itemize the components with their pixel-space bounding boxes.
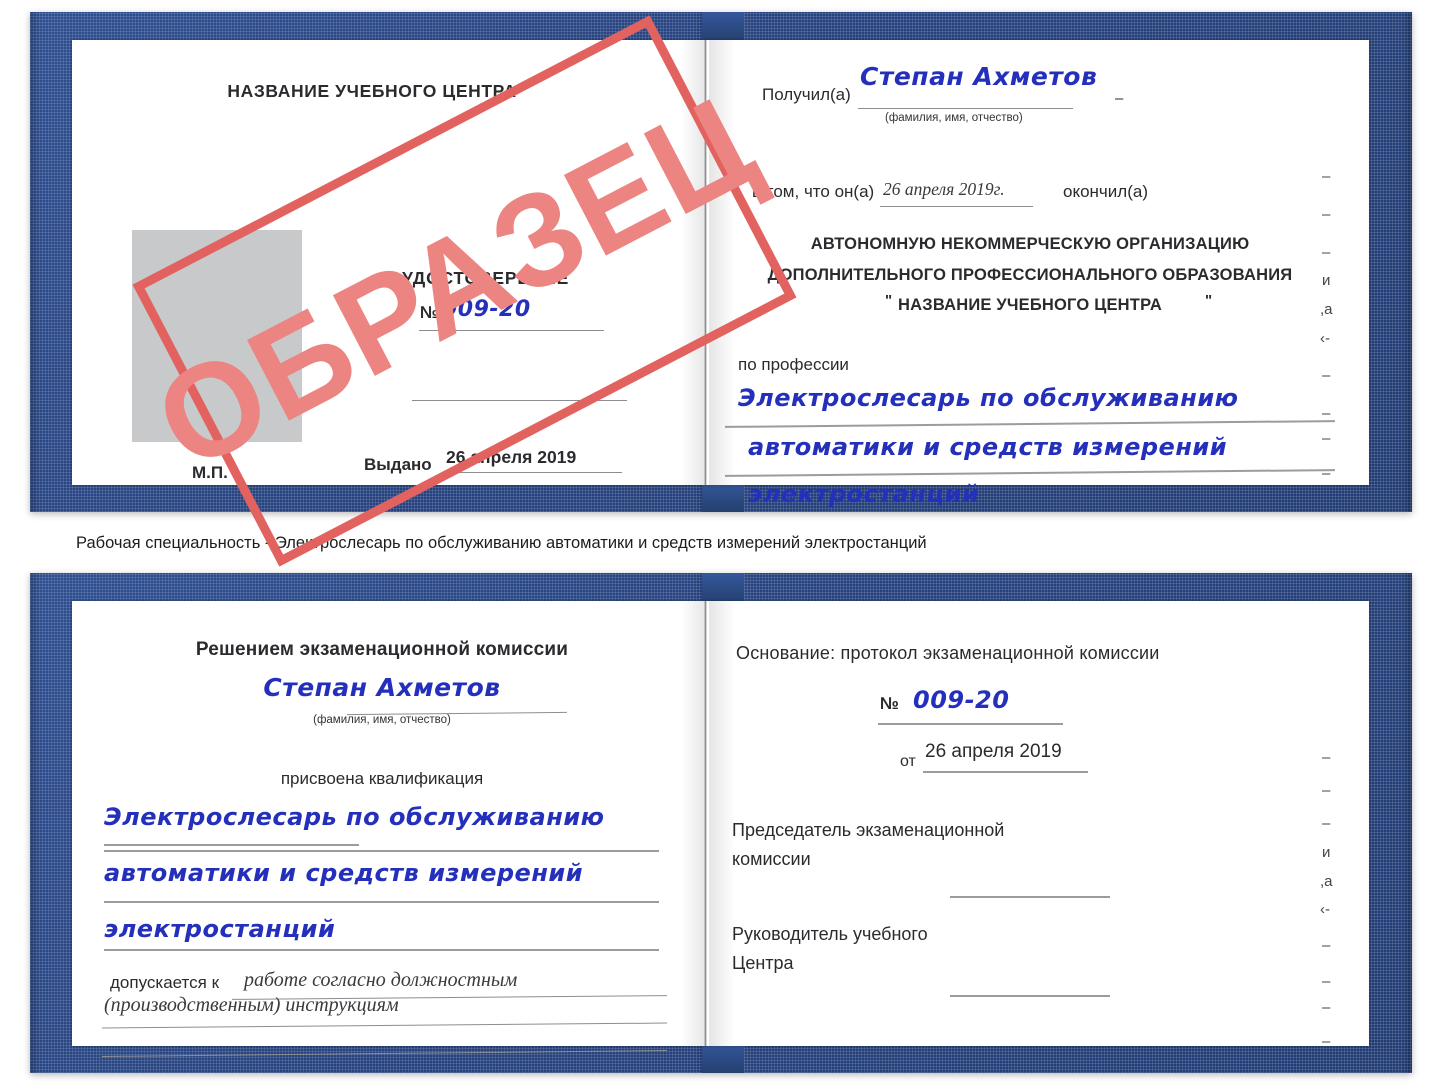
finished-label: окончил(а): [1063, 182, 1148, 201]
document-type-label: УДОСТОВЕРЕНИЕ: [402, 268, 570, 288]
certificate-2: Решением экзаменационной комиссии Степан…: [30, 573, 1412, 1073]
protocol-number-rule: [878, 723, 1063, 725]
cert2-left-page: Решением экзаменационной комиссии Степан…: [72, 601, 704, 1057]
chairman-signature-rule: [950, 896, 1110, 898]
edge-fragment: и: [1322, 272, 1331, 289]
cover-1-spine-tab-bottom: [702, 482, 744, 512]
qualification-line-3: электростанций: [104, 915, 336, 943]
cert1-left-page: НАЗВАНИЕ УЧЕБНОГО ЦЕНТРА УДОСТОВЕРЕНИЕ №…: [72, 40, 704, 485]
protocol-number-value: 009-20: [913, 686, 1010, 714]
certificate-number-value: 009-20: [442, 297, 531, 322]
awardee-name-value: Степан Ахметов: [263, 673, 501, 702]
edge-fragment: –: [1322, 1033, 1331, 1050]
training-center-title: НАЗВАНИЕ УЧЕБНОГО ЦЕНТРА: [227, 81, 517, 101]
page-1-fold: [704, 40, 707, 485]
photo-placeholder: [132, 230, 302, 442]
cert1-blank-rule: [412, 400, 627, 401]
certificate-number-rule: [419, 330, 604, 331]
in-that-label: в том, что он(а): [752, 182, 875, 201]
edge-fragment: –: [1322, 465, 1331, 482]
profession-line-3: электростанций: [748, 480, 980, 508]
basis-protocol-label: Основание: протокол экзаменационной коми…: [736, 643, 1160, 663]
edge-fragment: –: [1322, 430, 1331, 447]
protocol-number-label: №: [880, 694, 899, 713]
edge-fragment: –: [1322, 782, 1331, 799]
completion-date-rule: [880, 206, 1033, 207]
qualification-rule-3: [104, 949, 659, 951]
certificate-number-label: №: [420, 303, 439, 322]
page-caption: Рабочая специальность - Электрослесарь п…: [76, 534, 927, 552]
profession-line-2: автоматики и средств измерений: [748, 433, 1228, 461]
certificate-1-pages: НАЗВАНИЕ УЧЕБНОГО ЦЕНТРА УДОСТОВЕРЕНИЕ №…: [72, 40, 1369, 508]
fio-hint-2: (фамилия, имя, отчество): [313, 714, 451, 726]
edge-fragment: –: [1322, 206, 1331, 223]
page-2-fold: [704, 601, 707, 1046]
edge-fragment: и: [1322, 844, 1331, 861]
head-signature-rule: [950, 995, 1110, 997]
profession-rule-2: [725, 469, 1335, 477]
edge-fragment: –: [1322, 749, 1331, 766]
fio-hint-1: (фамилия, имя, отчество): [885, 112, 1023, 124]
chairman-title-line-2: комиссии: [732, 849, 811, 869]
edge-fragment: ,а: [1320, 873, 1333, 890]
cert2-right-page: Основание: протокол экзаменационной коми…: [710, 601, 1369, 1050]
cover-2-spine-tab-bottom: [702, 1043, 744, 1073]
issued-date-value: 26 апреля 2019: [446, 447, 577, 467]
head-title-line-2: Центра: [732, 953, 794, 973]
head-title-line-1: Руководитель учебного: [732, 924, 928, 944]
edge-fragment: ‹-: [1320, 901, 1330, 918]
issued-label: Выдано: [364, 455, 432, 474]
admitted-label: допускается к: [110, 973, 220, 992]
qualification-line-1: Электрослесарь по обслуживанию: [104, 803, 605, 831]
admitted-value-line-2: (производственным) инструкциям: [104, 994, 399, 1016]
edge-fragment: –: [1322, 405, 1331, 422]
organization-line-2: ДОПОЛНИТЕЛЬНОГО ПРОФЕССИОНАЛЬНОГО ОБРАЗО…: [767, 266, 1293, 284]
cover-2-spine-tab-top: [702, 573, 744, 603]
certificate-2-pages: Решением экзаменационной комиссии Степан…: [72, 601, 1369, 1057]
edge-fragment: ,а: [1320, 301, 1333, 318]
edge-fragment: –: [1322, 973, 1331, 990]
received-name-rule: [858, 108, 1073, 109]
admitted-rule-2: [102, 1022, 667, 1029]
commission-decision-heading: Решением экзаменационной комиссии: [195, 639, 569, 660]
organization-quote-close: ": [1205, 292, 1213, 309]
organization-line-1: АВТОНОМНУЮ НЕКОММЕРЧЕСКУЮ ОРГАНИЗАЦИЮ: [810, 235, 1250, 253]
edge-fragment: –: [1322, 999, 1331, 1016]
received-name-value: Степан Ахметов: [860, 62, 1098, 91]
edge-fragment: –: [1322, 815, 1331, 832]
qualification-line-2: автоматики и средств измерений: [104, 859, 584, 887]
profession-line-1: Электрослесарь по обслуживанию: [738, 384, 1239, 412]
profession-rule-1: [725, 420, 1335, 428]
edge-fragment: ‹-: [1320, 330, 1330, 347]
qualification-rule-1: [104, 844, 359, 846]
received-label: Получил(а): [762, 85, 851, 104]
qualification-rule-1b: [104, 850, 659, 852]
issued-date-rule: [442, 472, 622, 473]
cert1-dash-mark: –: [1115, 90, 1124, 107]
edge-fragment: –: [1322, 937, 1331, 954]
completion-date-value: 26 апреля 2019г.: [883, 179, 1005, 199]
cert1-right-page: Получил(а) Степан Ахметов (фамилия, имя,…: [710, 40, 1369, 508]
profession-label: по профессии: [738, 355, 849, 374]
admitted-value-line-1: работе согласно должностным: [244, 969, 518, 991]
seal-place-label: М.П.: [192, 463, 228, 482]
protocol-date-value: 26 апреля 2019: [925, 741, 1062, 762]
chairman-title-line-1: Председатель экзаменационной: [732, 820, 1005, 840]
protocol-date-label: от: [900, 753, 916, 770]
protocol-date-rule: [923, 771, 1088, 773]
qualification-label: присвоена квалификация: [280, 769, 484, 788]
qualification-rule-2: [104, 901, 659, 903]
certificate-1: НАЗВАНИЕ УЧЕБНОГО ЦЕНТРА УДОСТОВЕРЕНИЕ №…: [30, 12, 1412, 567]
edge-fragment: –: [1322, 168, 1331, 185]
organization-line-3: НАЗВАНИЕ УЧЕБНОГО ЦЕНТРА: [898, 296, 1162, 314]
edge-fragment: –: [1322, 244, 1331, 261]
cover-1-spine-tab-top: [702, 12, 744, 42]
edge-fragment: –: [1322, 367, 1331, 384]
